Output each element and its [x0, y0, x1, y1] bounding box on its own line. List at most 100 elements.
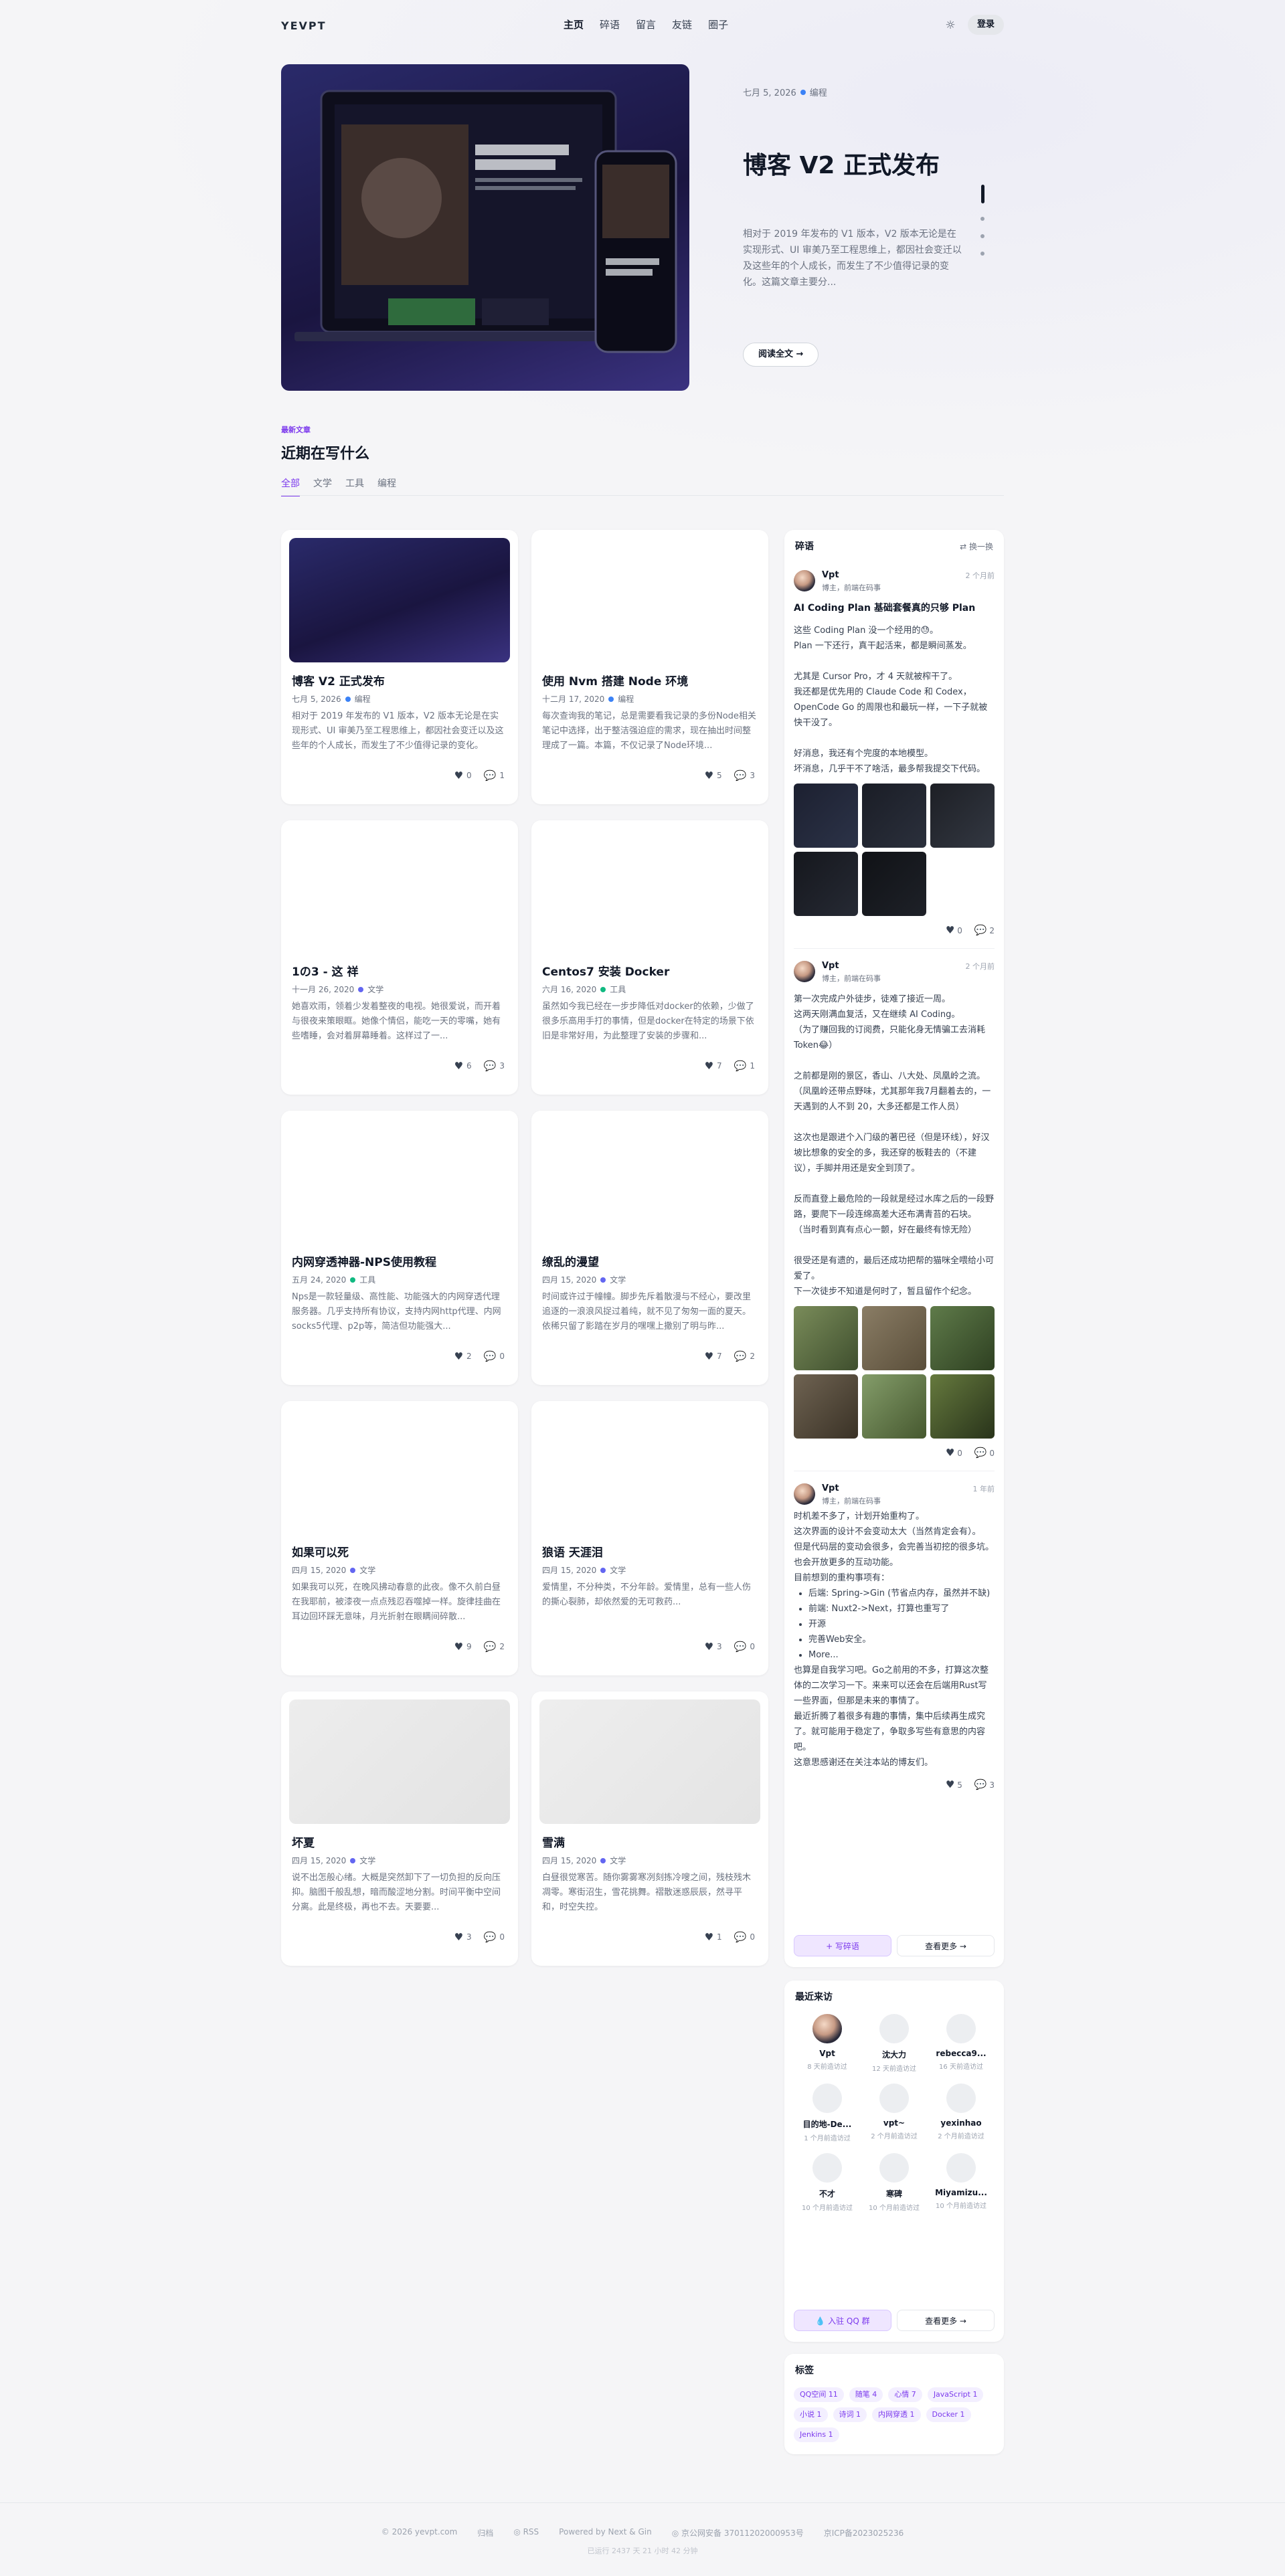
comment-count[interactable]: 💬 3: [974, 1778, 995, 1790]
tag-chip[interactable]: Docker 1: [926, 2407, 971, 2422]
post-image[interactable]: [794, 784, 858, 848]
card-category[interactable]: 编程: [355, 693, 371, 705]
article-card[interactable]: 雪满 四月 15, 2020 文学 白昼很觉寒苦。随你雾雾寒冽刻拣冷嗖之间，残枝…: [531, 1691, 768, 1966]
carousel-dot-active[interactable]: [980, 185, 984, 203]
visitor-item[interactable]: 目的地-De... 1 个月前造访过: [794, 2084, 861, 2142]
nav-moments[interactable]: 碎语: [600, 17, 620, 31]
card-category[interactable]: 文学: [359, 1564, 375, 1576]
visitor-item[interactable]: Miyamizu... 10 个月前造访过: [928, 2153, 995, 2212]
card-title[interactable]: 缭乱的漫望: [542, 1253, 599, 1269]
like-count[interactable]: ♥ 3: [454, 1931, 472, 1943]
like-count[interactable]: ♥ 1: [705, 1931, 722, 1943]
card-category[interactable]: 编程: [618, 693, 634, 705]
tab-tools[interactable]: 工具: [345, 476, 364, 496]
post-image[interactable]: [862, 1374, 926, 1439]
author-name[interactable]: Vpt: [822, 570, 881, 580]
visitor-item[interactable]: vpt~ 2 个月前造访过: [861, 2084, 928, 2142]
like-count[interactable]: ♥ 9: [454, 1641, 472, 1653]
avatar[interactable]: [812, 2153, 842, 2183]
like-count[interactable]: ♥ 2: [454, 1350, 472, 1362]
tag-chip[interactable]: 随笔 4: [849, 2387, 883, 2402]
article-card[interactable]: 缭乱的漫望 四月 15, 2020 文学 时间或许过于幢幢。脚步先斥着散漫与不经…: [531, 1111, 768, 1385]
hero-image[interactable]: [281, 64, 689, 391]
card-category[interactable]: 工具: [359, 1274, 375, 1285]
post-image[interactable]: [794, 1306, 858, 1370]
write-moment-button[interactable]: + 写碎语: [794, 1935, 891, 1956]
switch-button[interactable]: ⇄ 换一换: [960, 541, 993, 552]
post-image[interactable]: [930, 784, 995, 848]
card-title[interactable]: 使用 Nvm 搭建 Node 环境: [542, 672, 688, 688]
article-card[interactable]: Centos7 安装 Docker 六月 16, 2020 工具 虽然如今我已经…: [531, 820, 768, 1095]
avatar[interactable]: [879, 2153, 909, 2183]
avatar[interactable]: [812, 2084, 842, 2113]
site-logo[interactable]: YEVPT: [281, 19, 327, 32]
footer-item[interactable]: ◎ RSS: [513, 2527, 539, 2539]
like-count[interactable]: ♥ 7: [705, 1350, 722, 1362]
like-count[interactable]: ♥ 5: [705, 769, 722, 781]
visitor-item[interactable]: Vpt 8 天前造访过: [794, 2014, 861, 2073]
tab-all[interactable]: 全部: [281, 476, 300, 496]
tab-programming[interactable]: 编程: [377, 476, 396, 496]
card-category[interactable]: 文学: [367, 984, 383, 995]
comment-count[interactable]: 💬 2: [734, 1350, 755, 1362]
card-category[interactable]: 文学: [610, 1564, 626, 1576]
like-count[interactable]: ♥ 3: [705, 1641, 722, 1653]
like-count[interactable]: ♥ 0: [454, 769, 472, 781]
hero-title[interactable]: 博客 V2 正式发布: [743, 146, 940, 181]
footer-item[interactable]: 京ICP备2023025236: [824, 2527, 904, 2539]
read-more-button[interactable]: 阅读全文 →: [743, 343, 819, 367]
avatar[interactable]: [794, 570, 815, 591]
comment-count[interactable]: 💬 2: [484, 1641, 505, 1653]
visitor-item[interactable]: 不才 10 个月前造访过: [794, 2153, 861, 2212]
card-category[interactable]: 文学: [610, 1855, 626, 1866]
card-title[interactable]: Centos7 安装 Docker: [542, 962, 669, 979]
card-title[interactable]: 1の3 - 这 祥: [292, 962, 358, 979]
article-card[interactable]: 博客 V2 正式发布 七月 5, 2026 编程 相对于 2019 年发布的 V…: [281, 530, 518, 804]
visitor-item[interactable]: yexinhao 2 个月前造访过: [928, 2084, 995, 2142]
card-title[interactable]: 坏夏: [292, 1833, 315, 1850]
tag-chip[interactable]: JavaScript 1: [927, 2387, 984, 2402]
article-card[interactable]: 狼语 天涯泪 四月 15, 2020 文学 爱情里，不分种类，不分年龄。爱情里，…: [531, 1401, 768, 1675]
like-count[interactable]: ♥ 7: [705, 1060, 722, 1072]
tag-chip[interactable]: Jenkins 1: [794, 2427, 839, 2442]
card-title[interactable]: 博客 V2 正式发布: [292, 672, 385, 688]
article-card[interactable]: 1の3 - 这 祥 十一月 26, 2020 文学 她喜欢雨，领着少发着整夜的电…: [281, 820, 518, 1095]
comment-count[interactable]: 💬 3: [484, 1060, 505, 1072]
article-card[interactable]: 坏夏 四月 15, 2020 文学 说不出怎般心绪。大概是突然卸下了一切负担的反…: [281, 1691, 518, 1966]
post-image[interactable]: [862, 784, 926, 848]
tag-chip[interactable]: 心情 7: [888, 2387, 922, 2402]
nav-circle[interactable]: 圈子: [708, 17, 728, 31]
author-name[interactable]: Vpt: [822, 961, 881, 971]
like-count[interactable]: ♥ 6: [454, 1060, 472, 1072]
card-category[interactable]: 文学: [359, 1855, 375, 1866]
card-title[interactable]: 雪满: [542, 1833, 565, 1850]
tag-chip[interactable]: 诗词 1: [833, 2407, 867, 2422]
tab-literature[interactable]: 文学: [313, 476, 332, 496]
post-image[interactable]: [794, 852, 858, 916]
nav-home[interactable]: 主页: [564, 17, 584, 31]
comment-count[interactable]: 💬 3: [734, 769, 755, 781]
comment-count[interactable]: 💬 0: [484, 1931, 505, 1943]
login-button[interactable]: 登录: [967, 15, 1004, 35]
nav-friends[interactable]: 友链: [672, 17, 692, 31]
post-image[interactable]: [930, 1306, 995, 1370]
comment-count[interactable]: 💬 0: [734, 1641, 755, 1653]
nav-guestbook[interactable]: 留言: [636, 17, 656, 31]
post-image[interactable]: [794, 1374, 858, 1439]
like-count[interactable]: ♥ 0: [946, 924, 962, 936]
avatar[interactable]: [794, 961, 815, 982]
avatar[interactable]: [879, 2084, 909, 2113]
card-category[interactable]: 文学: [610, 1274, 626, 1285]
card-thumbnail[interactable]: [539, 1699, 760, 1824]
visitor-item[interactable]: 沈大力 12 天前造访过: [861, 2014, 928, 2073]
author-name[interactable]: Vpt: [822, 1483, 881, 1493]
footer-item[interactable]: Powered by Next & Gin: [559, 2527, 652, 2539]
footer-item[interactable]: 归档: [477, 2527, 493, 2539]
card-thumbnail[interactable]: [289, 1699, 510, 1824]
tag-chip[interactable]: 内网穿透 1: [872, 2407, 921, 2422]
like-count[interactable]: ♥ 0: [946, 1447, 962, 1459]
post-image[interactable]: [862, 1306, 926, 1370]
avatar[interactable]: [946, 2084, 976, 2113]
join-qq-group-button[interactable]: 💧 入驻 QQ 群: [794, 2310, 891, 2331]
avatar[interactable]: [812, 2014, 842, 2043]
